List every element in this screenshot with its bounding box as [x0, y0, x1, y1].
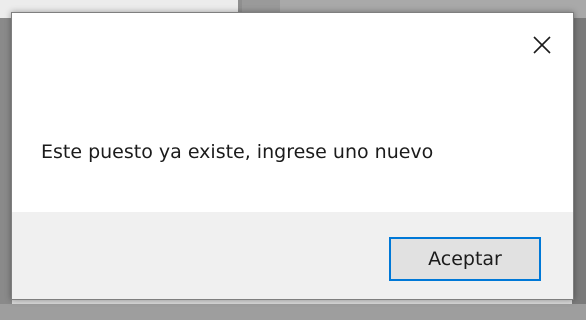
accept-button[interactable]: Aceptar [389, 237, 541, 281]
close-button[interactable] [519, 25, 565, 65]
background-bottom-edge [0, 304, 586, 320]
close-icon [533, 36, 551, 54]
dialog-message: Este puesto ya existe, ingrese uno nuevo [41, 141, 434, 163]
message-dialog: Este puesto ya existe, ingrese uno nuevo… [11, 12, 574, 300]
background-right-edge [572, 18, 586, 320]
dialog-footer: Aceptar [12, 212, 573, 299]
